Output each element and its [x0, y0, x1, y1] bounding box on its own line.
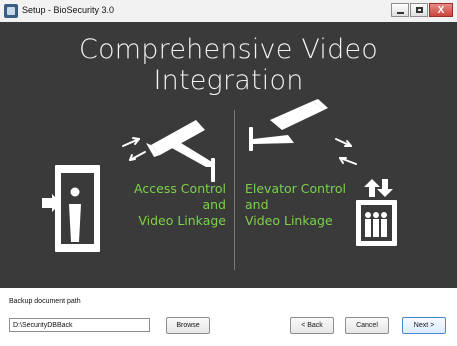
minimize-button[interactable]: [391, 3, 409, 17]
title-bar: Setup - BioSecurity 3.0 X: [0, 0, 457, 23]
minimize-icon: [397, 12, 404, 14]
next-button[interactable]: Next >: [402, 317, 446, 334]
elevator-control-video-linkage-text: Elevator Control and Video Linkage: [245, 181, 363, 229]
left-text-line-1: Access Control: [134, 181, 226, 196]
browse-button[interactable]: Browse: [166, 317, 210, 334]
close-button[interactable]: X: [429, 3, 453, 17]
maximize-button[interactable]: [410, 3, 428, 17]
elevator-icon: [356, 179, 397, 246]
right-text-line-2: and: [245, 197, 269, 212]
backup-path-input[interactable]: [9, 318, 150, 332]
close-icon: X: [437, 5, 445, 16]
window-controls: X: [391, 3, 453, 17]
window-title: Setup - BioSecurity 3.0: [22, 5, 115, 15]
left-text-line-2: and: [202, 197, 226, 212]
right-text-line-3: Video Linkage: [245, 213, 333, 228]
right-text-line-1: Elevator Control: [245, 181, 346, 196]
backup-path-label: Backup document path: [9, 298, 81, 305]
app-icon: [4, 4, 18, 18]
footer-panel: Backup document path Browse < Back Cance…: [0, 288, 457, 346]
maximize-icon: [416, 7, 423, 13]
left-text-line-3: Video Linkage: [138, 213, 226, 228]
cancel-button[interactable]: Cancel: [345, 317, 389, 334]
back-button[interactable]: < Back: [290, 317, 334, 334]
access-control-video-linkage-text: Access Control and Video Linkage: [108, 181, 226, 229]
hero-panel: Comprehensive Video Integration Access C…: [0, 22, 457, 288]
